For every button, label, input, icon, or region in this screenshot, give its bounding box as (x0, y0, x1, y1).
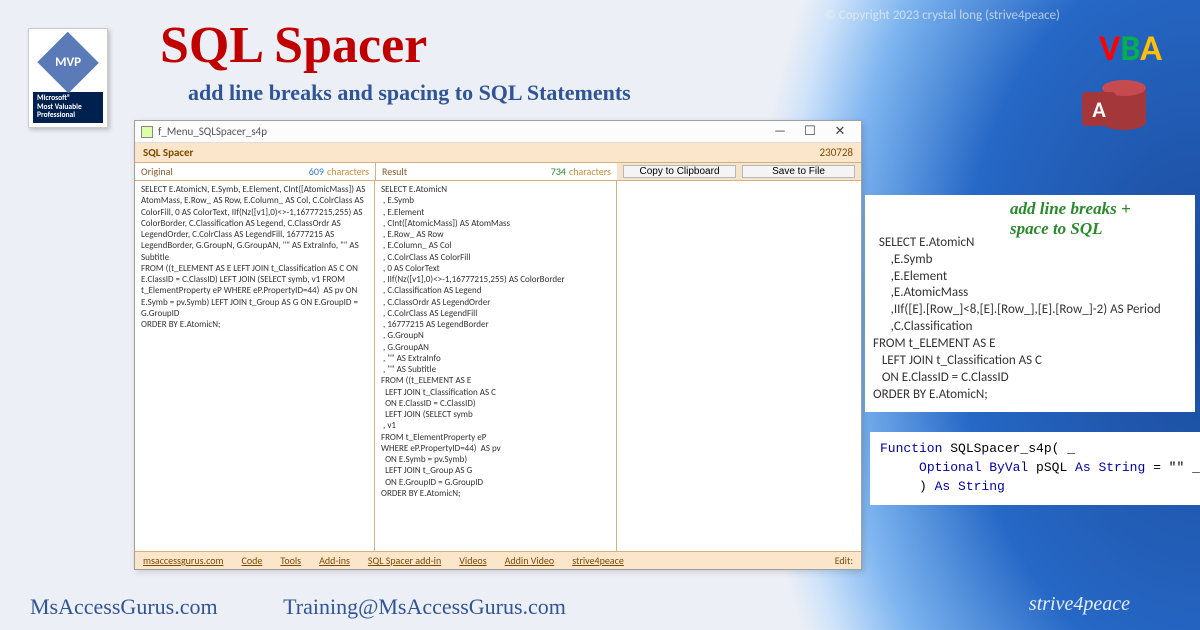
save-to-file-button[interactable]: Save to File (742, 165, 855, 178)
original-header: Original 609 characters (135, 163, 375, 180)
footer-link-addin-video[interactable]: Addin Video (505, 554, 555, 567)
vba-kw-as-string-2: As String (935, 479, 1005, 494)
original-sql-text[interactable]: SELECT E.AtomicN, E.Symb, E.Element, CIn… (135, 181, 375, 551)
columns-header: Original 609 characters Result 734 chara… (135, 163, 861, 181)
empty-pane (617, 181, 861, 551)
copy-to-clipboard-button[interactable]: Copy to Clipboard (623, 165, 736, 178)
vba-close-paren: ) (880, 479, 935, 494)
mvp-badge: MVP Microsoft® Most Valuable Professiona… (28, 28, 108, 128)
page-title: SQL Spacer (160, 16, 427, 75)
form-icon (141, 126, 153, 138)
vba-fn-name: SQLSpacer_s4p( _ (942, 441, 1075, 456)
sql-example-box: add line breaks + space to SQL SELECT E.… (865, 195, 1195, 412)
footer-link-tools[interactable]: Tools (280, 554, 301, 567)
email-link[interactable]: Training@MsAccessGurus.com (283, 594, 566, 619)
footer-link-strive[interactable]: strive4peace (572, 554, 624, 567)
footer-link-site[interactable]: msaccessgurus.com (143, 554, 224, 567)
app-version: 230728 (820, 146, 853, 159)
footer-link-code[interactable]: Code (242, 554, 263, 567)
window-maximize-button[interactable]: ☐ (795, 124, 825, 139)
result-sql-text[interactable]: SELECT E.AtomicN , E.Symb , E.Element , … (375, 181, 617, 551)
window-close-button[interactable]: ✕ (825, 124, 855, 139)
vba-param: pSQL (1028, 460, 1075, 475)
ms-access-icon: A (1082, 78, 1146, 136)
page-subtitle: add line breaks and spacing to SQL State… (188, 80, 631, 106)
columns-body: SELECT E.AtomicN, E.Symb, E.Element, CIn… (135, 181, 861, 551)
result-count: 734 (551, 165, 566, 178)
mvp-label: Microsoft® Most Valuable Professional (33, 92, 103, 123)
strive4peace-signature: strive4peace (1029, 593, 1130, 616)
app-header: SQL Spacer 230728 (135, 143, 861, 163)
vba-function-box: Function SQLSpacer_s4p( _ Optional ByVal… (870, 432, 1200, 505)
footer-edit-label: Edit: (835, 554, 853, 567)
window-titlebar: f_Menu_SQLSpacer_s4p — ☐ ✕ (135, 121, 861, 143)
vba-kw-optional: Optional ByVal (919, 460, 1028, 475)
window-footer: msaccessgurus.com Code Tools Add-ins SQL… (135, 551, 861, 569)
action-buttons: Copy to Clipboard Save to File (617, 163, 861, 180)
site-link[interactable]: MsAccessGurus.com (30, 594, 218, 619)
bottom-links: MsAccessGurus.com Training@MsAccessGurus… (30, 594, 566, 620)
window-minimize-button[interactable]: — (765, 124, 795, 139)
sql-example-code: SELECT E.AtomicN ,E.Symb ,E.Element ,E.A… (873, 235, 1161, 402)
vba-kw-as-string-1: As String (1075, 460, 1145, 475)
window-title: f_Menu_SQLSpacer_s4p (158, 125, 267, 138)
footer-link-sqlspacer[interactable]: SQL Spacer add-in (368, 554, 441, 567)
vba-default: = "" _ (1145, 460, 1200, 475)
sql-example-note: add line breaks + space to SQL (1010, 199, 1131, 240)
result-header: Result 734 characters (375, 163, 617, 180)
app-window: f_Menu_SQLSpacer_s4p — ☐ ✕ SQL Spacer 23… (134, 120, 862, 570)
vba-logo: VBA (1099, 26, 1162, 70)
footer-link-videos[interactable]: Videos (459, 554, 486, 567)
footer-link-addins[interactable]: Add-ins (319, 554, 350, 567)
copyright-text: © Copyright 2023 crystal long (strive4pe… (825, 8, 1060, 23)
original-count: 609 (309, 165, 324, 178)
app-name: SQL Spacer (143, 146, 193, 159)
mvp-diamond-icon: MVP (37, 32, 99, 94)
vba-kw-function: Function (880, 441, 942, 456)
